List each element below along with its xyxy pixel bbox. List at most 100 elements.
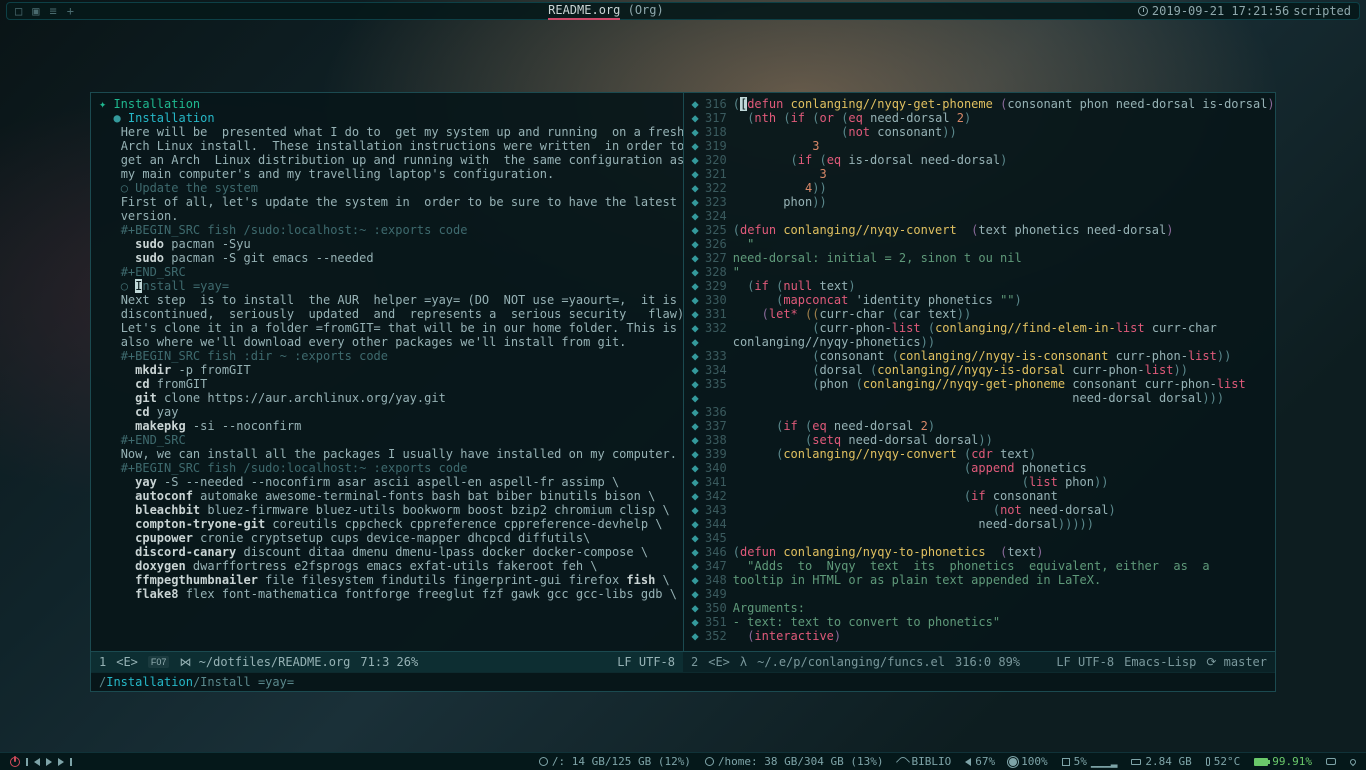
volume-icon — [965, 758, 971, 766]
code-line[interactable]: Let's clone it in a folder =fromGIT= tha… — [99, 321, 681, 335]
code-line[interactable]: ◆331 (let* ((curr-char (car text)) — [692, 307, 1274, 321]
media-controls[interactable] — [34, 758, 64, 766]
code-line[interactable]: ◆conlanging//nyqy-phonetics)) — [692, 335, 1274, 349]
code-line[interactable]: bleachbit bluez-firmware bluez-utils boo… — [99, 503, 681, 517]
code-line[interactable]: ◆335 (phon (conlanging//nyqy-get-phoneme… — [692, 377, 1274, 391]
code-line[interactable]: ✦ Installation — [99, 97, 681, 111]
code-line[interactable]: compton-tryone-git coreutils cppcheck cp… — [99, 517, 681, 531]
cpu: 5% ▁▁▁▂ — [1062, 755, 1118, 768]
prev-icon[interactable] — [34, 758, 40, 766]
code-line[interactable]: ◆320 (if (eq is-dorsal need-dorsal) — [692, 153, 1274, 167]
code-line[interactable]: ◆321 3 — [692, 167, 1274, 181]
code-line[interactable]: sudo pacman -S git emacs --needed — [99, 251, 681, 265]
modeline-right[interactable]: 2 <E> λ ~/.e/p/conlanging/funcs.el 316:0… — [683, 651, 1275, 672]
code-line[interactable]: cpupower cronie cryptsetup cups device-m… — [99, 531, 681, 545]
brightness[interactable]: 100% — [1009, 755, 1048, 768]
code-line[interactable]: #+BEGIN_SRC fish /sudo:localhost:~ :expo… — [99, 223, 681, 237]
code-line[interactable]: yay -S --needed --noconfirm asar ascii a… — [99, 475, 681, 489]
code-line[interactable]: ◆352 (interactive) — [692, 629, 1274, 643]
code-line[interactable]: ◆347 "Adds to Nyqy text its phonetics eq… — [692, 559, 1274, 573]
code-line[interactable]: Next step is to install the AUR helper =… — [99, 293, 681, 307]
elisp-buffer[interactable]: ◆316([defun conlanging//nyqy-get-phoneme… — [684, 93, 1276, 651]
code-line[interactable]: ◆346(defun conlanging/nyqy-to-phonetics … — [692, 545, 1274, 559]
code-line[interactable]: First of all, let's update the system in… — [99, 195, 681, 209]
code-line[interactable]: ◆317 (nth (if (or (eq need-dorsal 2) — [692, 111, 1274, 125]
code-line[interactable]: #+BEGIN_SRC fish :dir ~ :exports code — [99, 349, 681, 363]
code-line[interactable]: mkdir -p fromGIT — [99, 363, 681, 377]
code-line[interactable]: ◆318 (not consonant)) — [692, 125, 1274, 139]
workspace-add[interactable]: + — [67, 4, 74, 18]
code-line[interactable]: ◆319 3 — [692, 139, 1274, 153]
code-line[interactable]: ◆339 (conlanging//nyqy-convert (cdr text… — [692, 447, 1274, 461]
code-line[interactable]: ◆316([defun conlanging//nyqy-get-phoneme… — [692, 97, 1274, 111]
code-line[interactable]: #+END_SRC — [99, 433, 681, 447]
code-line[interactable]: version. — [99, 209, 681, 223]
code-line[interactable]: ◆340 (append phonetics — [692, 461, 1274, 475]
wifi[interactable]: BIBLIO — [898, 755, 952, 768]
code-line[interactable]: ○ Update the system — [99, 181, 681, 195]
next-icon[interactable] — [58, 758, 64, 766]
code-line[interactable]: ◆326 " — [692, 237, 1274, 251]
workspace-1[interactable]: □ — [15, 4, 22, 18]
code-line[interactable]: ◆343 (not need-dorsal) — [692, 503, 1274, 517]
workspace-2[interactable]: ▣ — [32, 4, 39, 18]
code-line[interactable]: ○ Install =yay= — [99, 279, 681, 293]
code-line[interactable]: get an Arch Linux distribution up and ru… — [99, 153, 681, 167]
code-line[interactable]: ◆329 (if (null text) — [692, 279, 1274, 293]
code-line[interactable]: ◆328" — [692, 265, 1274, 279]
code-line[interactable]: ◆348tooltip in HTML or as plain text app… — [692, 573, 1274, 587]
code-line[interactable]: ◆330 (mapconcat 'identity phonetics "") — [692, 293, 1274, 307]
code-line[interactable]: also where we'll download every other pa… — [99, 335, 681, 349]
clock: 2019-09-21 17:21:56scripted — [1138, 4, 1351, 18]
code-line[interactable]: ◆ need-dorsal dorsal))) — [692, 391, 1274, 405]
code-line[interactable]: ◆342 (if consonant — [692, 489, 1274, 503]
power-icon[interactable] — [10, 757, 20, 767]
code-line[interactable]: ◆332 (curr-phon-list (conlanging//find-e… — [692, 321, 1274, 335]
code-line[interactable]: ◆324 — [692, 209, 1274, 223]
code-line[interactable]: ◆350Arguments: — [692, 601, 1274, 615]
code-line[interactable]: cd fromGIT — [99, 377, 681, 391]
code-line[interactable]: Arch Linux install. These installation i… — [99, 139, 681, 153]
ram: 2.84 GB — [1131, 755, 1191, 768]
org-buffer[interactable]: ✦ Installation ● Installation Here will … — [91, 93, 684, 651]
code-line[interactable]: ◆349 — [692, 587, 1274, 601]
code-line[interactable]: ◆337 (if (eq need-dorsal 2) — [692, 419, 1274, 433]
workspace-switcher[interactable]: □ ▣ ≡ + — [15, 4, 74, 18]
workspace-3[interactable]: ≡ — [49, 4, 56, 18]
code-line[interactable]: ◆322 4)) — [692, 181, 1274, 195]
cursor-position: 71:3 26% — [360, 655, 418, 669]
code-line[interactable]: ◆351- text: text to convert to phonetics… — [692, 615, 1274, 629]
code-line[interactable]: ◆334 (dorsal (conlanging//nyqy-is-dorsal… — [692, 363, 1274, 377]
code-line[interactable]: git clone https://aur.archlinux.org/yay.… — [99, 391, 681, 405]
code-line[interactable]: Here will be presented what I do to get … — [99, 125, 681, 139]
code-line[interactable]: ◆323 phon)) — [692, 195, 1274, 209]
code-line[interactable]: ffmpegthumbnailer file filesystem findut… — [99, 573, 681, 587]
code-line[interactable]: autoconf automake awesome-terminal-fonts… — [99, 489, 681, 503]
code-line[interactable]: makepkg -si --noconfirm — [99, 419, 681, 433]
location-icon[interactable] — [1349, 757, 1357, 765]
code-line[interactable]: ◆338 (setq need-dorsal dorsal)) — [692, 433, 1274, 447]
code-line[interactable]: my main computer's and my travelling lap… — [99, 167, 681, 181]
code-line[interactable]: ◆336 — [692, 405, 1274, 419]
code-line[interactable]: discord-canary discount ditaa dmenu dmen… — [99, 545, 681, 559]
code-line[interactable]: ◆345 — [692, 531, 1274, 545]
code-line[interactable]: cd yay — [99, 405, 681, 419]
code-line[interactable]: discontinued, seriously updated and repr… — [99, 307, 681, 321]
play-icon[interactable] — [46, 758, 52, 766]
volume[interactable]: 67% — [965, 755, 995, 768]
code-line[interactable]: sudo pacman -Syu — [99, 237, 681, 251]
code-line[interactable]: Now, we can install all the packages I u… — [99, 447, 681, 461]
code-line[interactable]: ◆325(defun conlanging//nyqy-convert (tex… — [692, 223, 1274, 237]
encoding: LF UTF-8 — [1056, 655, 1114, 669]
code-line[interactable]: #+END_SRC — [99, 265, 681, 279]
code-line[interactable]: ◆341 (list phon)) — [692, 475, 1274, 489]
code-line[interactable]: ● Installation — [99, 111, 681, 125]
code-line[interactable]: flake8 flex font-mathematica fontforge f… — [99, 587, 681, 601]
code-line[interactable]: doxygen dwarffortress e2fsprogs emacs ex… — [99, 559, 681, 573]
modeline-left[interactable]: 1 <E> F07 ⋈ ~/dotfiles/README.org 71:3 2… — [91, 651, 683, 672]
discord-icon[interactable] — [1326, 758, 1336, 765]
code-line[interactable]: ◆344 need-dorsal))))) — [692, 517, 1274, 531]
code-line[interactable]: ◆333 (consonant (conlanging//nyqy-is-con… — [692, 349, 1274, 363]
code-line[interactable]: #+BEGIN_SRC fish /sudo:localhost:~ :expo… — [99, 461, 681, 475]
code-line[interactable]: ◆327need-dorsal: initial = 2, sinon t ou… — [692, 251, 1274, 265]
